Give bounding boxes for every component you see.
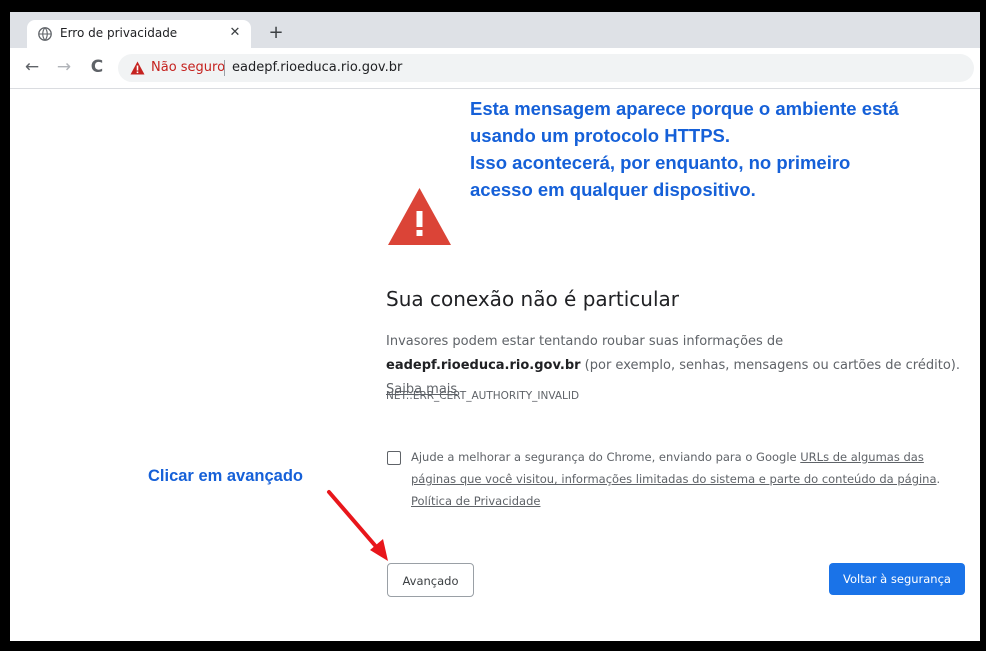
globe-icon [38,27,52,41]
improve-security-checkbox[interactable] [387,451,401,465]
description-text: Invasores podem estar tentando roubar su… [386,334,784,349]
screenshot-frame-top [0,0,986,12]
annotation-line: usando um protocolo HTTPS. [470,125,731,146]
back-to-safety-button[interactable]: Voltar à segurança [829,563,965,595]
browser-toolbar: ← → C Não seguro eadepf.rioeduca.rio.gov… [10,48,980,89]
tab-title: Erro de privacidade [60,26,178,40]
screenshot-frame-right [980,0,986,651]
omnibox-divider [224,60,225,76]
back-arrow-icon[interactable]: ← [22,57,42,77]
forward-arrow-icon[interactable]: → [54,57,74,77]
annotation-line: acesso em qualquer dispositivo. [470,179,756,200]
address-bar[interactable]: Não seguro eadepf.rioeduca.rio.gov.br [118,54,974,82]
description-text: (por exemplo, senhas, mensagens ou cartõ… [580,358,960,373]
screenshot-frame-left [0,0,10,651]
privacy-policy-link[interactable]: Política de Privacidade [411,494,540,508]
new-tab-icon[interactable]: + [266,24,286,44]
red-arrow-icon [327,490,388,561]
close-tab-icon[interactable]: ✕ [227,25,243,41]
screenshot-frame-bottom [0,641,986,651]
annotation-https-note: Esta mensagem aparece porque o ambiente … [470,95,980,203]
tab-privacy-error[interactable]: Erro de privacidade ✕ [27,20,251,48]
optin-text: Ajude a melhorar a segurança do Chrome, … [411,446,967,512]
optin-separator: . [936,472,941,486]
error-code: NET::ERR_CERT_AUTHORITY_INVALID [386,390,580,402]
optin-label: Ajude a melhorar a segurança do Chrome, … [411,450,801,464]
not-secure-warning-icon[interactable] [130,61,145,75]
warning-triangle-icon [388,188,451,245]
domain-name: eadepf.rioeduca.rio.gov.br [386,358,581,373]
security-status-label[interactable]: Não seguro [151,60,225,75]
annotation-line: Esta mensagem aparece porque o ambiente … [470,98,899,119]
annotation-line: Isso acontecerá, por enquanto, no primei… [470,152,851,173]
advanced-button[interactable]: Avançado [387,563,474,597]
reload-icon[interactable]: C [87,57,107,77]
page-title: Sua conexão não é particular [386,287,679,311]
tab-strip: Erro de privacidade ✕ + [10,12,980,48]
url-text[interactable]: eadepf.rioeduca.rio.gov.br [232,60,402,75]
annotation-click-advanced: Clicar em avançado [148,467,303,485]
